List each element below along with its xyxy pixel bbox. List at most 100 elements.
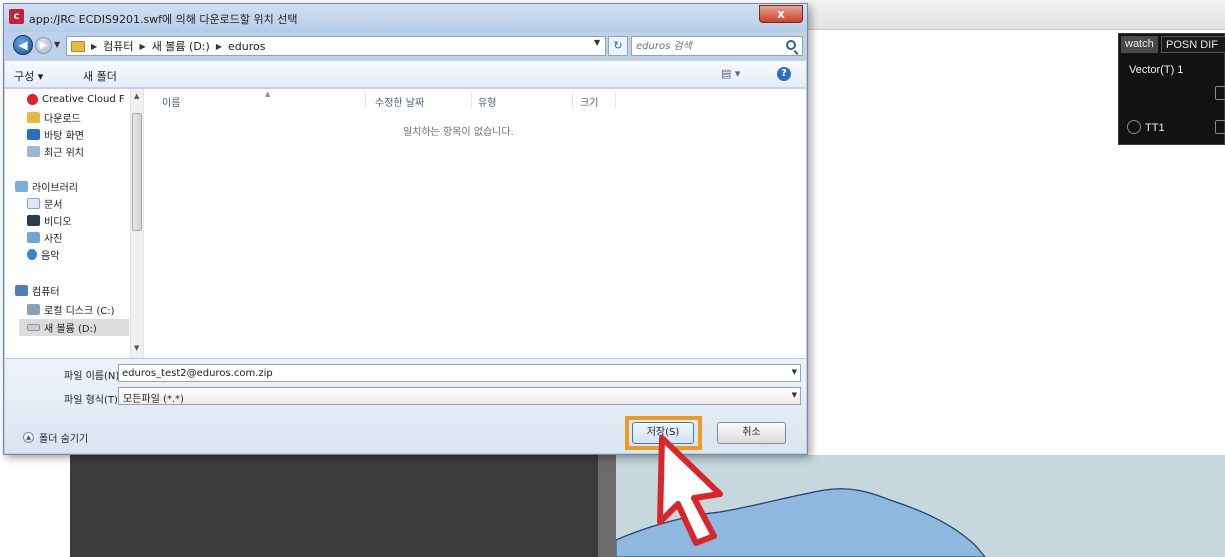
scroll-thumb[interactable] bbox=[132, 113, 142, 231]
chevron-right-icon[interactable]: ▶ bbox=[140, 42, 146, 51]
blurred-text bbox=[424, 13, 514, 21]
videos-icon bbox=[27, 214, 40, 226]
column-name[interactable]: 이름 bbox=[162, 94, 180, 109]
nav-item-label: 로컬 디스크 (C:) bbox=[44, 305, 115, 317]
map-dark-area bbox=[70, 455, 598, 557]
tab-posn-dif[interactable]: POSN DIF bbox=[1161, 36, 1225, 53]
browser-panes: Creative Cloud F 다운로드 바탕 화면 최근 위치 라이브러리 … bbox=[5, 89, 806, 358]
pointer-arrow-icon bbox=[657, 435, 723, 546]
forward-button[interactable]: ▶ bbox=[35, 37, 52, 54]
nav-item-music[interactable]: 음악 bbox=[27, 246, 59, 262]
search-box[interactable] bbox=[631, 36, 803, 56]
chevron-down-icon[interactable]: ▼ bbox=[792, 368, 797, 376]
filetype-label: 파일 형식(T): bbox=[64, 395, 122, 406]
nav-item-label: 새 볼륨 (D:) bbox=[44, 323, 97, 335]
nav-item-videos[interactable]: 비디오 bbox=[27, 212, 72, 228]
address-row: ◀ ▶ ▼ ▶ 컴퓨터 ▶ 새 볼륨 (D:) ▶ eduros ▼ ↻ bbox=[4, 32, 807, 58]
filename-input[interactable] bbox=[122, 366, 762, 380]
nav-item-downloads[interactable]: 다운로드 bbox=[27, 109, 81, 125]
history-dropdown-icon[interactable]: ▼ bbox=[54, 40, 60, 49]
downloads-icon bbox=[27, 111, 40, 123]
back-button[interactable]: ◀ bbox=[13, 35, 33, 55]
volume-icon bbox=[27, 323, 40, 331]
filename-combobox[interactable]: ▼ bbox=[118, 364, 801, 382]
filetype-select[interactable]: 모든파일 (*.*) ▼ bbox=[118, 387, 801, 405]
pictures-icon bbox=[27, 231, 40, 243]
breadcrumb-item[interactable]: 새 볼륨 (D:) bbox=[152, 38, 210, 54]
nav-item-pictures[interactable]: 사진 bbox=[27, 229, 62, 245]
ecdis-side-panel: watch POSN DIF Vector(T) 1 TT1 bbox=[1118, 33, 1225, 145]
help-icon[interactable]: ? bbox=[777, 67, 791, 81]
nav-item-label: 최근 위치 bbox=[44, 147, 84, 159]
nav-item-label: 문서 bbox=[44, 199, 63, 211]
column-type[interactable]: 유형 bbox=[478, 94, 496, 109]
nav-item-label: 음악 bbox=[41, 250, 60, 262]
save-dialog: c app:/JRC ECDIS9201.swf에 의해 다운로드할 위치 선택… bbox=[3, 3, 808, 455]
column-date-modified[interactable]: 수정한 날짜 bbox=[375, 94, 424, 109]
address-dropdown-icon[interactable]: ▼ bbox=[594, 38, 600, 47]
collapse-icon[interactable]: ▲ bbox=[23, 432, 34, 443]
scroll-up-icon[interactable]: ▲ bbox=[134, 92, 139, 100]
tab-watch[interactable]: watch bbox=[1121, 36, 1158, 53]
nav-item-local-disk[interactable]: 로컬 디스크 (C:) bbox=[27, 301, 115, 317]
desktop-icon bbox=[27, 128, 40, 140]
app-icon: c bbox=[9, 9, 24, 24]
filetype-value: 모든파일 (*.*) bbox=[123, 394, 184, 405]
music-icon bbox=[27, 248, 37, 260]
column-divider[interactable] bbox=[615, 92, 616, 108]
nav-item-label: 컴퓨터 bbox=[32, 286, 60, 298]
command-bar: 구성 ▾ 새 폴더 ▤ ▾ ? bbox=[5, 60, 806, 88]
nav-item-computer[interactable]: 컴퓨터 bbox=[15, 282, 60, 298]
hide-folders-toggle[interactable]: ▲ 폴더 숨기기 bbox=[23, 430, 88, 445]
sort-arrow-icon: ▲ bbox=[265, 90, 271, 98]
navigation-pane[interactable]: Creative Cloud F 다운로드 바탕 화면 최근 위치 라이브러리 … bbox=[5, 89, 144, 358]
breadcrumb[interactable]: ▶ 컴퓨터 ▶ 새 볼륨 (D:) ▶ eduros bbox=[66, 36, 606, 56]
column-divider[interactable] bbox=[365, 92, 366, 108]
filename-label: 파일 이름(N): bbox=[64, 371, 123, 382]
dialog-title: app:/JRC ECDIS9201.swf에 의해 다운로드할 위치 선택 bbox=[29, 13, 298, 26]
nav-item-recent[interactable]: 최근 위치 bbox=[27, 143, 84, 159]
nav-item-libraries[interactable]: 라이브러리 bbox=[15, 178, 78, 194]
breadcrumb-item[interactable]: 컴퓨터 bbox=[103, 38, 133, 54]
vector-toggle-icon[interactable] bbox=[1215, 86, 1225, 100]
view-options-icon[interactable]: ▤ ▾ bbox=[721, 67, 740, 80]
close-button[interactable]: x bbox=[759, 5, 803, 23]
nav-item-label: 라이브러리 bbox=[32, 182, 78, 194]
local-disk-icon bbox=[27, 303, 40, 315]
recent-places-icon bbox=[27, 145, 40, 157]
dialog-titlebar[interactable]: c app:/JRC ECDIS9201.swf에 의해 다운로드할 위치 선택… bbox=[4, 4, 807, 32]
documents-icon bbox=[27, 197, 40, 209]
refresh-icon[interactable]: ↻ bbox=[608, 36, 628, 56]
new-folder-button[interactable]: 새 폴더 bbox=[83, 68, 117, 84]
scroll-down-icon[interactable]: ▼ bbox=[134, 344, 139, 352]
chevron-right-icon[interactable]: ▶ bbox=[91, 42, 97, 51]
computer-icon bbox=[15, 284, 28, 296]
column-divider[interactable] bbox=[471, 92, 472, 108]
target-icon[interactable] bbox=[1127, 120, 1141, 134]
hide-folders-label: 폴더 숨기기 bbox=[39, 434, 89, 445]
chevron-down-icon[interactable]: ▼ bbox=[792, 391, 797, 399]
nav-scrollbar[interactable]: ▲ ▼ bbox=[130, 89, 143, 358]
folder-icon bbox=[71, 40, 85, 52]
breadcrumb-item[interactable]: eduros bbox=[228, 40, 265, 53]
nav-item-label: Creative Cloud F bbox=[42, 93, 125, 105]
search-icon[interactable] bbox=[786, 40, 796, 50]
search-input[interactable] bbox=[636, 39, 776, 53]
nav-item-desktop[interactable]: 바탕 화면 bbox=[27, 126, 84, 142]
column-divider[interactable] bbox=[572, 92, 573, 108]
nav-item-label: 비디오 bbox=[44, 216, 72, 228]
chevron-right-icon[interactable]: ▶ bbox=[216, 42, 222, 51]
blurred-text bbox=[382, 13, 412, 21]
nav-item-label: 사진 bbox=[44, 233, 63, 245]
map-edge bbox=[598, 455, 616, 557]
empty-message: 일치하는 항목이 없습니다. bbox=[403, 127, 514, 138]
nav-item-volume-d[interactable]: 새 볼륨 (D:) bbox=[27, 319, 97, 335]
nav-item-creative-cloud[interactable]: Creative Cloud F bbox=[27, 91, 125, 107]
column-size[interactable]: 크기 bbox=[580, 94, 598, 109]
file-list-pane[interactable]: 이름 ▲ 수정한 날짜 유형 크기 일치하는 항목이 없습니다. bbox=[145, 89, 806, 358]
target-label: TT1 bbox=[1145, 122, 1165, 134]
target-toggle-icon[interactable] bbox=[1215, 120, 1225, 134]
nav-item-label: 다운로드 bbox=[44, 113, 81, 125]
nav-item-documents[interactable]: 문서 bbox=[27, 195, 62, 211]
organize-menu[interactable]: 구성 ▾ bbox=[14, 68, 43, 84]
